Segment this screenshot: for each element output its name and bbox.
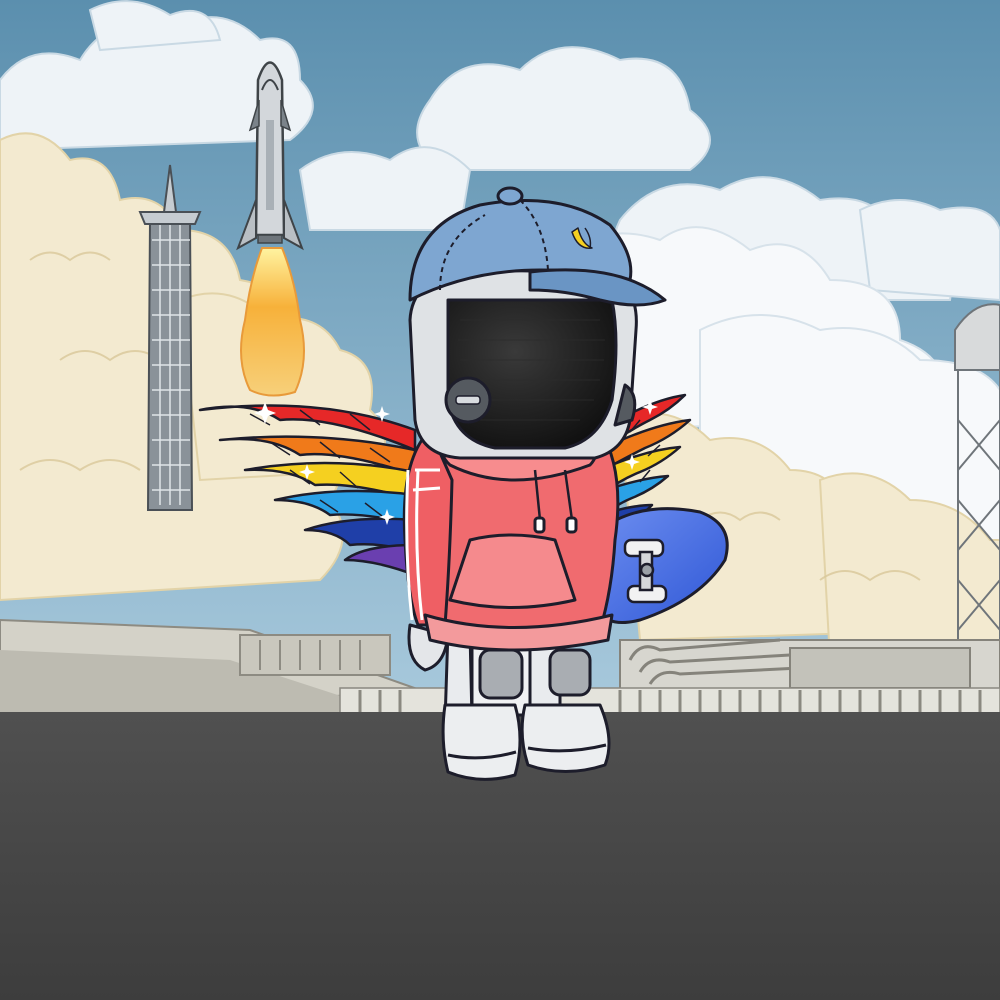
astronaut-launch-illustration: [0, 0, 1000, 1000]
hoodie-pocket: [448, 533, 577, 609]
right-knee-pad: [548, 648, 592, 697]
left-knee-pad: [478, 648, 524, 700]
helmet-visor: [446, 298, 618, 450]
right-boot: [520, 703, 611, 773]
left-boot: [441, 703, 522, 781]
launch-tower: [138, 164, 202, 511]
